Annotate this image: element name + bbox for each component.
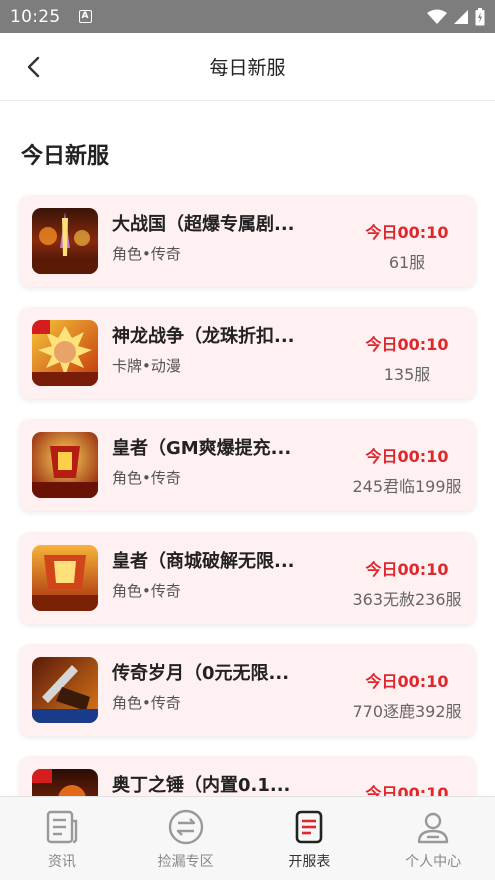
game-card[interactable]: 传奇岁月（0元无限... 角色•传奇 今日00:10 770逐鹿392服: [19, 644, 476, 736]
game-tags: 角色•传奇: [112, 245, 181, 263]
game-card[interactable]: 皇者（商城破解无限... 角色•传奇 今日00:10 363无赦236服: [19, 532, 476, 624]
tab-profile[interactable]: 个人中心: [371, 797, 495, 880]
game-name: 奥丁之锤（内置0.1...: [112, 775, 291, 796]
back-button[interactable]: [18, 51, 50, 83]
game-name: 皇者（商城破解无限...: [112, 551, 295, 572]
server-info: 今日00:10 770逐鹿392服: [352, 668, 462, 724]
tab-label: 资讯: [47, 854, 76, 870]
news-doc-icon: [46, 810, 78, 844]
cellular-signal-icon: [454, 9, 468, 24]
server-name: 135服: [383, 365, 431, 384]
open-time: 今日00:10: [365, 447, 449, 466]
game-tags: 角色•传奇: [112, 469, 181, 487]
game-name: 神龙战争（龙珠折扣...: [112, 326, 295, 347]
game-name: 大战国（超爆专属剧...: [112, 214, 295, 235]
page-title: 每日新服: [209, 57, 286, 79]
game-icon: [32, 545, 98, 611]
section-title: 今日新服: [21, 144, 110, 169]
game-icon: [32, 432, 98, 498]
game-icon: [32, 320, 98, 386]
open-time: 今日00:10: [365, 672, 449, 691]
game-icon: [32, 208, 98, 274]
game-name: 皇者（GM爽爆提充...: [112, 438, 292, 459]
status-icons: [427, 7, 485, 26]
server-list-icon: [296, 810, 323, 844]
server-name: 363无赦236服: [352, 590, 462, 609]
status-time: 10:25: [10, 6, 61, 27]
tab-bargain[interactable]: 捡漏专区: [124, 797, 248, 880]
tab-news[interactable]: 资讯: [0, 797, 124, 880]
tab-label: 捡漏专区: [157, 854, 214, 870]
title-bar: 每日新服: [0, 33, 495, 101]
open-time: 今日00:10: [365, 335, 449, 354]
game-card[interactable]: 大战国（超爆专属剧... 角色•传奇 今日00:10 61服: [19, 195, 476, 287]
game-card[interactable]: 神龙战争（龙珠折扣... 卡牌•动漫 今日00:10 135服: [19, 307, 476, 399]
open-time: 今日00:10: [365, 223, 449, 242]
game-card[interactable]: 皇者（GM爽爆提充... 角色•传奇 今日00:10 245君临199服: [19, 419, 476, 511]
server-info: 今日00:10 135服: [352, 331, 462, 387]
notification-a-icon: A: [78, 10, 92, 23]
server-info: 今日00:10 363无赦236服: [352, 556, 462, 612]
game-icon: [32, 657, 98, 723]
status-bar: 10:25 A: [0, 0, 495, 33]
game-tags: 角色•传奇: [112, 694, 181, 712]
bargain-circle-icon: [168, 809, 203, 845]
server-info: 今日00:10 61服: [352, 219, 462, 275]
game-name: 传奇岁月（0元无限...: [112, 663, 290, 684]
wifi-icon: [427, 9, 447, 24]
user-profile-icon: [417, 812, 449, 844]
open-time: 今日00:10: [365, 560, 449, 579]
server-info: 今日00:10 245君临199服: [352, 443, 462, 499]
tab-label: 个人中心: [405, 854, 462, 870]
tab-label: 开服表: [288, 854, 331, 870]
server-name: 770逐鹿392服: [352, 702, 462, 721]
server-name: 245君临199服: [352, 477, 462, 496]
chevron-left-icon: [27, 56, 40, 78]
bottom-tab-bar: 资讯 捡漏专区 开服表 个人中心: [0, 796, 495, 880]
battery-icon: [475, 7, 485, 25]
game-tags: 卡牌•动漫: [112, 357, 181, 375]
game-tags: 角色•传奇: [112, 582, 181, 600]
server-name: 61服: [388, 253, 426, 272]
tab-server-list[interactable]: 开服表: [248, 797, 372, 880]
